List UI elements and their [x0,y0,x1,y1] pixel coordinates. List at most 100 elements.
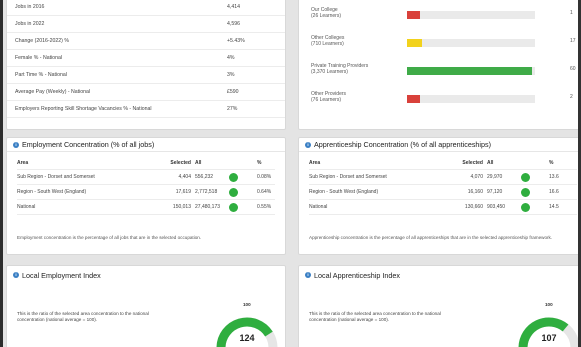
apprenticeship-concentration-card: i Apprenticeship Concentration (% of all… [298,137,581,255]
provider-bar-fill [407,95,420,103]
local-employment-gauge-max: 100 [243,302,251,307]
table-header-cell: Selected [462,160,483,166]
table-header-cell: Area [309,160,321,166]
info-icon[interactable]: i [305,272,311,278]
table-header-row: Area Selected All% [17,157,275,170]
table-cell-area: Sub Region - Dorset and Somerset [309,174,387,180]
status-cell [521,202,549,212]
status-cell [229,172,257,182]
apprenticeship-note: Apprenticeship concentration is the perc… [309,235,553,240]
local-apprenticeship-gauge-max: 100 [545,302,553,307]
stat-label: Jobs in 2016 [15,4,45,10]
provider-row: Our College (26 Learners) 1 [305,7,581,33]
table-row: Sub Region - Dorset and Somerset 4,404 556… [17,170,275,185]
stat-label: Part Time % - National [15,72,67,78]
stat-label: Average Pay (Weekly) - National [15,89,91,95]
provider-bar-fill [407,67,533,75]
table-cell-area: Region - South West (England) [309,189,379,195]
table-row: Region - South West (England) 17,619 2,772… [17,185,275,200]
status-cell [229,187,257,197]
stat-value: 4% [227,55,235,61]
table-row: Sub Region - Dorset and Somerset 4,070 29,… [309,170,577,185]
table-header-cell: Selected [170,160,191,166]
local-employment-index-title: i Local Employment Index [7,266,285,284]
table-cell-pct: 16.6 [549,189,559,195]
table-row: National 130,660 903,450 14.5 [309,200,577,215]
provider-row: Other Providers (76 Learners) 2 [305,91,581,117]
provider-bar [407,39,535,47]
stat-row: Jobs in 2016 4,414 [7,0,285,16]
table-header-cell: % [257,160,262,166]
stat-row: Jobs in 2022 4,596 [7,16,285,33]
provider-label: Other Colleges (710 Learners) [311,35,401,47]
table-cell-selected: 4,070 [470,174,483,180]
left-frame-edge [0,0,3,347]
local-employment-gauge-value: 124 [239,333,255,343]
provider-bar [407,95,535,103]
table-cell-all: 27,480,173 [195,204,221,210]
status-cell [521,187,549,197]
table-cell-pct: 0.55% [257,204,272,210]
table-cell-pct: 0.08% [257,174,272,180]
table-cell-selected: 16,160 [467,189,483,195]
local-apprenticeship-index-title: i Local Apprenticeship Index [299,266,581,284]
occupation-stats-card: Jobs in 2016 4,414 Jobs in 2022 4,596 Change… [6,0,286,130]
dashboard-screen: Jobs in 2016 4,414 Jobs in 2022 4,596 Change… [0,0,581,347]
status-cell [521,172,549,182]
table-cell-selected: 130,660 [464,204,483,210]
stat-value: £590 [227,89,239,95]
stat-value: 27% [227,106,238,112]
status-dot-icon [229,187,238,197]
employment-title-text: Employment Concentration (% of all jobs) [22,140,155,149]
table-row: National 150,013 27,480,173 0.55% [17,200,275,215]
stat-row: Change (2016-2022) % +5.43% [7,33,285,50]
provider-bar-fill [407,39,423,47]
table-cell-all: 2,772,518 [195,189,218,195]
status-dot-icon [521,172,530,182]
stat-label: Jobs in 2022 [15,21,45,27]
employment-concentration-card: i Employment Concentration (% of all job… [6,137,286,255]
local-employment-index-card: i Local Employment Index This is the rat… [6,265,286,347]
local-apprenticeship-title-text: Local Apprenticeship Index [314,270,400,280]
info-icon[interactable]: i [305,141,311,148]
table-cell-all: 29,970 [487,174,503,180]
table-header-row: Area Selected All% [309,157,577,170]
provider-bar [407,67,535,75]
provider-label: Our College (26 Learners) [311,7,401,19]
apprenticeship-title-text: Apprenticeship Concentration (% of all a… [314,140,491,149]
table-cell-selected: 4,404 [178,174,191,180]
info-icon[interactable]: i [13,272,19,278]
local-apprenticeship-index-card: i Local Apprenticeship Index This is the… [298,265,581,347]
stat-value: +5.43% [227,38,245,44]
provider-value: 1 [570,10,573,16]
table-header-cell: All [195,160,202,166]
provider-learners: (76 Learners) [311,97,342,104]
stat-value: 3% [227,72,235,78]
table-cell-all: 97,120 [487,189,503,195]
status-dot-icon [229,172,238,182]
stat-row: Female % - National 4% [7,50,285,67]
info-icon[interactable]: i [13,141,19,148]
provider-row: Private Training Providers (3,370 Learner… [305,63,581,89]
stat-value: 4,596 [227,21,240,27]
provider-row: Other Colleges (710 Learners) 17 [305,35,581,61]
provider-bar [407,11,535,19]
provider-value: 17 [570,38,576,44]
table-cell-all: 903,450 [487,204,506,210]
status-cell [229,202,257,212]
provider-value: 60 [570,66,576,72]
local-apprenticeship-desc: This is the ratio of the selected area c… [309,311,441,322]
table-cell-area: Sub Region - Dorset and Somerset [17,174,95,180]
provider-value: 2 [570,94,573,100]
employment-table: Area Selected All% Sub Region - Dorset and … [17,157,275,215]
table-header-cell: All [487,160,494,166]
stat-row: Part Time % - National 3% [7,67,285,84]
local-employment-title-text: Local Employment Index [22,270,101,280]
stat-label: Employers Reporting Skill Shortage Vacan… [15,106,152,112]
stat-row: Employers Reporting Skill Shortage Vacan… [7,101,285,118]
provider-learners: (710 Learners) [311,41,344,48]
provider-learners: (3,370 Learners) [311,69,348,76]
providers-card: Our College (26 Learners) 1 Other Colleges(… [298,0,581,130]
table-cell-selected: 150,013 [172,204,191,210]
table-cell-area: Region - South West (England) [17,189,87,195]
